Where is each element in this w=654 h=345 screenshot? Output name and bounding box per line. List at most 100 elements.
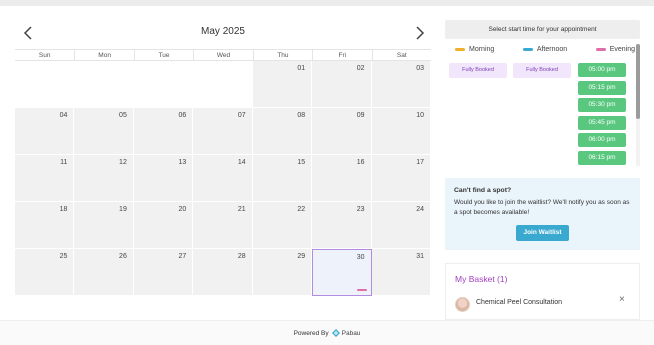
calendar-day[interactable]: 06 bbox=[133, 108, 194, 155]
footer: Powered By Pabau bbox=[0, 320, 654, 345]
day-number: 15 bbox=[297, 159, 306, 166]
day-number: 13 bbox=[178, 159, 187, 166]
calendar-day[interactable]: 02 bbox=[312, 61, 372, 108]
time-slot-button[interactable]: 05:30 pm bbox=[578, 98, 626, 113]
day-number: 16 bbox=[356, 159, 365, 166]
day-number: 05 bbox=[119, 112, 127, 119]
day-number: 14 bbox=[237, 159, 246, 166]
calendar-empty-cell bbox=[74, 61, 134, 108]
time-slot-button[interactable]: 06:00 pm bbox=[578, 133, 626, 148]
calendar-day[interactable]: 07 bbox=[193, 108, 253, 155]
afternoon-fully-booked-badge: Fully Booked bbox=[513, 63, 571, 78]
time-list-scrollbar[interactable] bbox=[636, 44, 640, 166]
day-number: 08 bbox=[297, 112, 306, 119]
calendar-day[interactable]: 24 bbox=[371, 202, 431, 249]
powered-by-label: Powered By bbox=[293, 329, 329, 337]
weekday-label: Mon bbox=[74, 50, 133, 61]
calendar-day[interactable]: 31 bbox=[371, 249, 431, 296]
calendar-day[interactable]: 14 bbox=[193, 155, 253, 202]
day-number: 09 bbox=[356, 112, 365, 119]
day-number: 01 bbox=[297, 65, 306, 72]
calendar-day[interactable]: 17 bbox=[371, 155, 431, 202]
day-number: 18 bbox=[59, 206, 68, 213]
calendar-day[interactable]: 30 bbox=[312, 249, 372, 296]
service-avatar bbox=[455, 297, 470, 312]
afternoon-swatch bbox=[522, 48, 533, 51]
basket-item-name: Chemical Peel Consultation bbox=[476, 299, 562, 306]
day-number: 22 bbox=[297, 206, 306, 213]
calendar-day[interactable]: 16 bbox=[312, 155, 372, 202]
day-number: 31 bbox=[416, 253, 424, 260]
legend-label: Afternoon bbox=[536, 46, 568, 53]
calendar-day[interactable]: 03 bbox=[371, 61, 431, 108]
day-number: 21 bbox=[237, 206, 246, 213]
time-slot-button[interactable]: 06:15 pm bbox=[578, 150, 626, 165]
calendar-day[interactable]: 23 bbox=[312, 202, 372, 249]
day-number: 28 bbox=[237, 253, 246, 260]
calendar-day[interactable]: 20 bbox=[133, 202, 194, 249]
day-number: 30 bbox=[356, 254, 365, 261]
legend-label: Morning bbox=[469, 46, 495, 53]
weekday-header: Sun Mon Tue Wed Thu Fri Sat bbox=[15, 49, 431, 61]
weekday-label: Sun bbox=[38, 52, 51, 59]
calendar-day[interactable]: 13 bbox=[133, 155, 194, 202]
calendar-day[interactable]: 05 bbox=[74, 108, 134, 155]
weekday-label: Fri bbox=[312, 50, 371, 61]
evening-slot-list: 05:00 pm 05:15 pm 05:30 pm 05:45 pm 06:00 pm… bbox=[578, 63, 626, 169]
time-slot-button[interactable]: 05:00 pm bbox=[578, 63, 626, 77]
calendar-day[interactable]: 04 bbox=[15, 108, 75, 155]
calendar-empty-cell bbox=[133, 61, 194, 108]
calendar-empty-cell bbox=[193, 61, 253, 108]
calendar: May 2025 Sun Mon Tue Wed Thu Fri Sat 01 02 03 04 0… bbox=[15, 21, 431, 296]
basket-title: My Basket (1) bbox=[455, 274, 508, 284]
calendar-day[interactable]: 11 bbox=[15, 155, 75, 202]
calendar-day[interactable]: 26 bbox=[74, 249, 134, 296]
basket: My Basket (1) Chemical Peel Consultation… bbox=[445, 263, 640, 320]
day-number: 10 bbox=[416, 112, 424, 119]
day-number: 24 bbox=[416, 206, 424, 213]
calendar-day[interactable]: 25 bbox=[15, 249, 75, 296]
morning-swatch bbox=[455, 48, 465, 51]
calendar-day[interactable]: 10 bbox=[371, 108, 431, 155]
day-number: 03 bbox=[416, 65, 424, 72]
calendar-day[interactable]: 29 bbox=[252, 249, 313, 296]
join-waitlist-button[interactable]: Join Waitlist bbox=[516, 225, 569, 241]
next-month-button[interactable] bbox=[409, 23, 429, 43]
legend-afternoon: Afternoon bbox=[522, 46, 568, 53]
period-legend: Morning Afternoon Evening bbox=[455, 46, 635, 53]
time-slot-button[interactable]: 05:45 pm bbox=[578, 115, 626, 130]
calendar-empty-cell bbox=[15, 61, 75, 108]
calendar-day[interactable]: 01 bbox=[252, 61, 313, 108]
day-number: 20 bbox=[178, 206, 187, 213]
weekday-label: Tue bbox=[133, 50, 193, 61]
calendar-day[interactable]: 19 bbox=[74, 202, 134, 249]
calendar-day[interactable]: 28 bbox=[193, 249, 253, 296]
month-label: May 2025 bbox=[201, 26, 245, 37]
day-number: 17 bbox=[416, 159, 424, 166]
waitlist-question: Can't find a spot? bbox=[454, 187, 512, 194]
scrollbar-thumb[interactable] bbox=[636, 44, 640, 119]
day-number: 29 bbox=[297, 253, 306, 260]
calendar-day[interactable]: 22 bbox=[252, 202, 313, 249]
day-number: 04 bbox=[59, 112, 68, 119]
weekday-label: Wed bbox=[193, 50, 252, 61]
calendar-day[interactable]: 18 bbox=[15, 202, 75, 249]
day-number: 25 bbox=[59, 253, 68, 260]
day-number: 26 bbox=[119, 253, 127, 260]
day-number: 23 bbox=[356, 206, 365, 213]
weekday-label: Sat bbox=[371, 50, 431, 61]
calendar-day[interactable]: 21 bbox=[193, 202, 253, 249]
day-number: 07 bbox=[237, 112, 246, 119]
evening-availability-indicator bbox=[356, 289, 367, 291]
remove-item-button[interactable]: × bbox=[619, 294, 625, 305]
calendar-day[interactable]: 09 bbox=[312, 108, 372, 155]
time-slot-button[interactable]: 05:15 pm bbox=[578, 80, 626, 95]
evening-swatch bbox=[595, 48, 606, 51]
calendar-day[interactable]: 08 bbox=[252, 108, 313, 155]
chevron-right-icon bbox=[416, 26, 425, 40]
morning-fully-booked-badge: Fully Booked bbox=[449, 63, 507, 78]
day-number: 27 bbox=[178, 253, 187, 260]
calendar-day[interactable]: 27 bbox=[133, 249, 194, 296]
calendar-day[interactable]: 15 bbox=[252, 155, 313, 202]
calendar-day[interactable]: 12 bbox=[74, 155, 134, 202]
